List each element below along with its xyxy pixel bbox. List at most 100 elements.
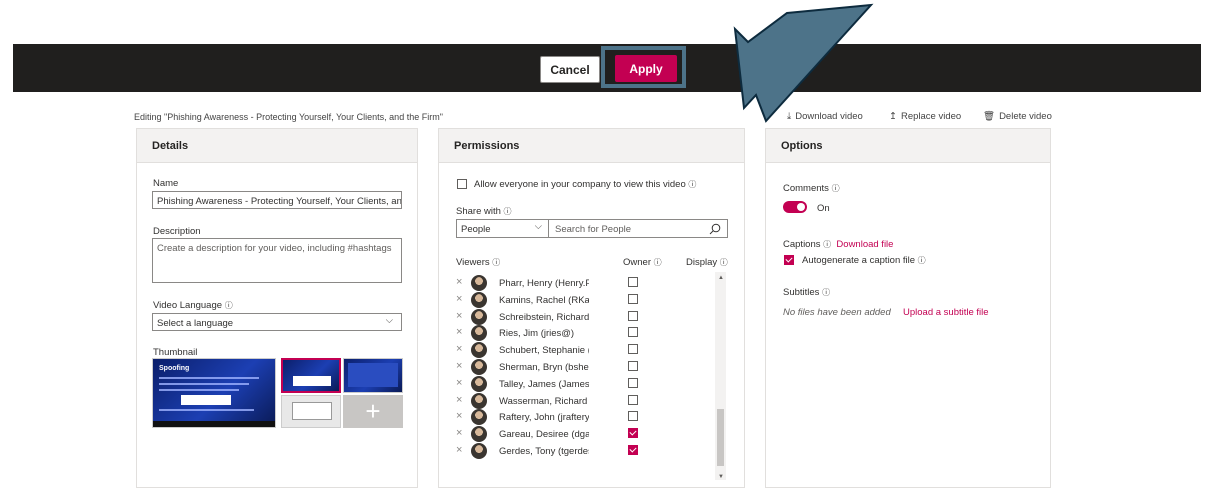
thumbnail-label: Thumbnail	[153, 347, 198, 358]
thumbnail-option-2[interactable]	[343, 358, 403, 393]
name-input[interactable]: Phishing Awareness - Protecting Yourself…	[152, 191, 402, 209]
language-label: Video Language ⓘ	[153, 300, 233, 311]
annotation-arrow	[733, 3, 874, 123]
scroll-down-icon: ▼	[718, 474, 724, 480]
viewers-label: Viewers ⓘ	[456, 257, 501, 268]
info-icon: ⓘ	[917, 256, 926, 265]
scrollbar-thumb[interactable]	[717, 409, 724, 466]
display-label: Display ⓘ	[686, 257, 728, 268]
scroll-up-icon: ▲	[718, 275, 724, 281]
viewer-name: Schubert, Stephanie (ssc...	[499, 345, 589, 357]
name-label: Name	[153, 178, 179, 189]
download-caption-link[interactable]: Download file	[836, 239, 893, 250]
viewer-row: × Ries, Jim (jries@)	[456, 325, 726, 343]
comments-toggle[interactable]	[783, 201, 807, 213]
details-title: Details	[137, 129, 417, 163]
avatar	[471, 409, 487, 426]
allow-everyone-label: Allow everyone in your company to view t…	[474, 179, 697, 190]
remove-viewer-icon[interactable]: ×	[456, 444, 462, 456]
autogenerate-checkbox[interactable]	[784, 255, 794, 265]
autogenerate-label: Autogenerate a caption file ⓘ	[802, 255, 926, 266]
owner-checkbox[interactable]	[628, 344, 638, 355]
cancel-button[interactable]: Cancel	[540, 56, 600, 83]
remove-viewer-icon[interactable]: ×	[456, 427, 462, 439]
viewer-row: × Gerdes, Tony (tgerdes@)	[456, 443, 726, 461]
search-people-input[interactable]: Search for People	[548, 219, 728, 238]
avatar	[471, 275, 487, 291]
viewer-name: Raftery, John (jraftery@)	[499, 412, 589, 424]
viewer-row: × Pharr, Henry (Henry.Pha...	[456, 275, 726, 293]
chevron-down-icon: ⌵	[534, 221, 542, 232]
viewer-row: × Schreibstein, Richard (rs...	[456, 308, 726, 327]
info-icon: ⓘ	[823, 240, 832, 249]
remove-viewer-icon[interactable]: ×	[456, 410, 462, 422]
thumbnail-option-3[interactable]	[281, 395, 341, 428]
viewers-scrollbar[interactable]: ▲ ▼	[715, 272, 726, 480]
avatar	[471, 308, 487, 325]
remove-viewer-icon[interactable]: ×	[456, 310, 462, 322]
avatar	[471, 291, 487, 308]
owner-checkbox[interactable]	[628, 327, 638, 338]
avatar	[471, 375, 487, 392]
viewer-name: Gareau, Desiree (dgarea...	[499, 429, 589, 441]
viewer-row: × Wasserman, Richard (rw...	[456, 392, 726, 411]
remove-viewer-icon[interactable]: ×	[456, 377, 462, 389]
share-with-label: Share with ⓘ	[456, 206, 512, 217]
remove-viewer-icon[interactable]: ×	[456, 360, 462, 372]
owner-checkbox[interactable]	[628, 428, 638, 439]
viewer-name: Schreibstein, Richard (rs...	[499, 311, 589, 323]
info-icon: ⓘ	[719, 258, 728, 267]
trash-icon: 🗑	[983, 111, 996, 122]
comments-label: Comments ⓘ	[783, 183, 840, 194]
thumbnail-option-1[interactable]	[281, 358, 341, 393]
viewer-name: Pharr, Henry (Henry.Pha...	[499, 278, 589, 289]
options-title: Options	[766, 129, 1050, 163]
owner-label: Owner ⓘ	[623, 257, 662, 268]
upload-subtitle-link[interactable]: Upload a subtitle file	[903, 307, 989, 318]
description-label: Description	[153, 226, 201, 237]
info-icon: ⓘ	[503, 207, 512, 216]
viewer-row: × Raftery, John (jraftery@)	[456, 409, 726, 427]
download-video-link[interactable]: ⤓ Download video	[787, 111, 863, 122]
chevron-down-icon: ⌵	[385, 315, 393, 326]
owner-checkbox[interactable]	[628, 310, 638, 321]
owner-checkbox[interactable]	[628, 361, 638, 371]
remove-viewer-icon[interactable]: ×	[456, 343, 462, 355]
captions-label: Captions ⓘ Download file	[783, 239, 894, 250]
viewer-row: × Talley, James (James.tall...	[456, 375, 726, 394]
remove-viewer-icon[interactable]: ×	[456, 276, 462, 288]
delete-video-link[interactable]: 🗑 Delete video	[983, 111, 1052, 122]
language-select[interactable]: Select a language ⌵	[152, 313, 402, 331]
owner-checkbox[interactable]	[628, 293, 638, 304]
description-input[interactable]: Create a description for your video, inc…	[152, 238, 402, 283]
owner-checkbox[interactable]	[628, 411, 638, 422]
allow-everyone-checkbox[interactable]	[457, 179, 467, 189]
upload-icon: ↥	[889, 111, 897, 122]
replace-video-link[interactable]: ↥ Replace video	[889, 111, 961, 122]
info-icon: ⓘ	[653, 258, 662, 267]
no-files-text: No files have been added	[783, 307, 891, 318]
owner-checkbox[interactable]	[628, 445, 638, 455]
owner-checkbox[interactable]	[628, 394, 638, 405]
permissions-title: Permissions	[439, 129, 744, 163]
owner-checkbox[interactable]	[628, 277, 638, 287]
viewer-name: Kamins, Rachel (RKamin...	[499, 294, 589, 306]
viewer-name: Sherman, Bryn (bsherma...	[499, 362, 589, 373]
viewer-row: × Schubert, Stephanie (ssc...	[456, 342, 726, 360]
share-type-select[interactable]: People ⌵	[456, 219, 549, 238]
remove-viewer-icon[interactable]: ×	[456, 293, 462, 305]
avatar	[471, 359, 487, 375]
avatar	[471, 325, 487, 342]
thumbnail-main[interactable]: Spoofing	[152, 358, 276, 428]
info-icon: ⓘ	[224, 301, 233, 310]
info-icon: ⓘ	[492, 258, 501, 267]
owner-checkbox[interactable]	[628, 377, 638, 388]
editing-title: Editing "Phishing Awareness - Protecting…	[134, 112, 443, 122]
avatar	[471, 342, 487, 359]
remove-viewer-icon[interactable]: ×	[456, 394, 462, 406]
add-thumbnail-button[interactable]: +	[343, 395, 403, 428]
remove-viewer-icon[interactable]: ×	[456, 326, 462, 338]
info-icon: ⓘ	[822, 288, 831, 297]
viewer-row: × Kamins, Rachel (RKamin...	[456, 291, 726, 310]
avatar	[471, 392, 487, 409]
